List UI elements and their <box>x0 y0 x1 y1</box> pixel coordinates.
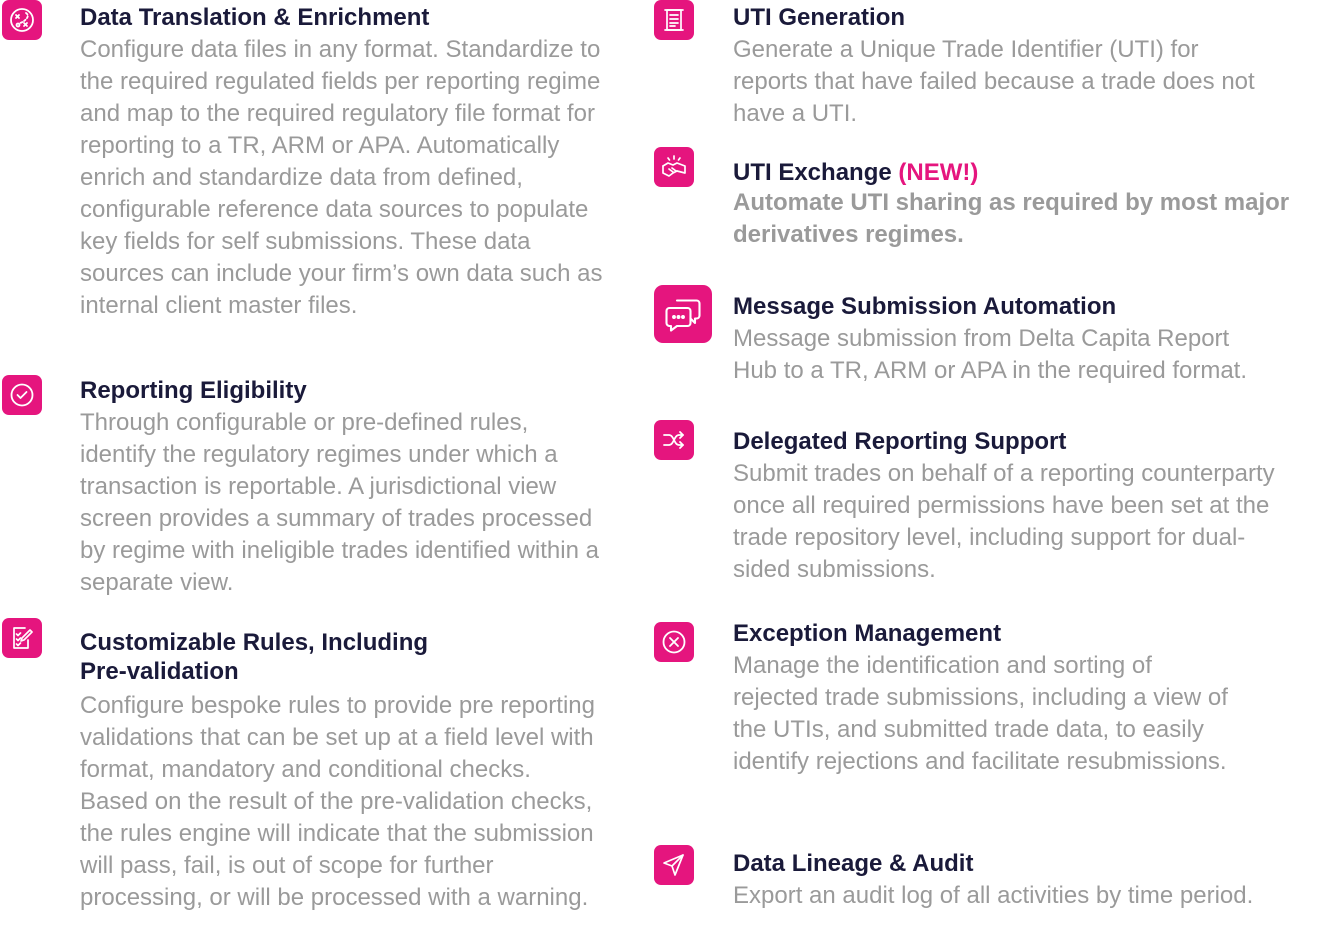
feature-title-continued: Pre-validation <box>80 658 239 685</box>
feature-title: Customizable Rules, Including <box>80 629 429 656</box>
feature-title-text: UTI Exchange <box>733 159 892 186</box>
feature-description: Export an audit log of all activities by… <box>733 882 1254 909</box>
shuffle-icon <box>654 420 694 460</box>
new-badge: (NEW!) <box>898 159 979 186</box>
feature-description: Submit trades on behalf of a reporting c… <box>733 460 1275 583</box>
feature-description: Message submission from Delta Capita Rep… <box>733 325 1248 384</box>
x-circle-icon <box>654 622 694 662</box>
feature-title: Data Lineage & Audit <box>733 850 974 877</box>
feature-title: Reporting Eligibility <box>80 377 307 404</box>
feature-title: Exception Management <box>733 620 1002 647</box>
feature-title: UTI Generation <box>733 4 906 31</box>
feature-description: Configure data files in any format. Stan… <box>80 36 603 319</box>
feature-description: Configure bespoke rules to provide pre r… <box>80 692 595 911</box>
feature-description: Generate a Unique Trade Identifier (UTI)… <box>733 36 1255 127</box>
document-scroll-icon <box>654 0 694 40</box>
feature-description: Automate UTI sharing as required by most… <box>733 189 1290 248</box>
feature-description: Through configurable or pre-defined rule… <box>80 409 599 596</box>
checklist-edit-icon <box>2 618 42 658</box>
feature-description: Manage the identification and sorting of… <box>733 652 1228 775</box>
feature-title: Data Translation & Enrichment <box>80 4 430 31</box>
paper-plane-icon <box>654 845 694 885</box>
feature-title: UTI Exchange (NEW!) <box>733 158 978 187</box>
feature-title: Delegated Reporting Support <box>733 428 1067 455</box>
chat-bubbles-icon <box>654 285 712 343</box>
handshake-icon <box>654 147 694 187</box>
route-icon <box>2 0 42 40</box>
feature-title: Message Submission Automation <box>733 293 1117 320</box>
check-circle-icon <box>2 375 42 415</box>
